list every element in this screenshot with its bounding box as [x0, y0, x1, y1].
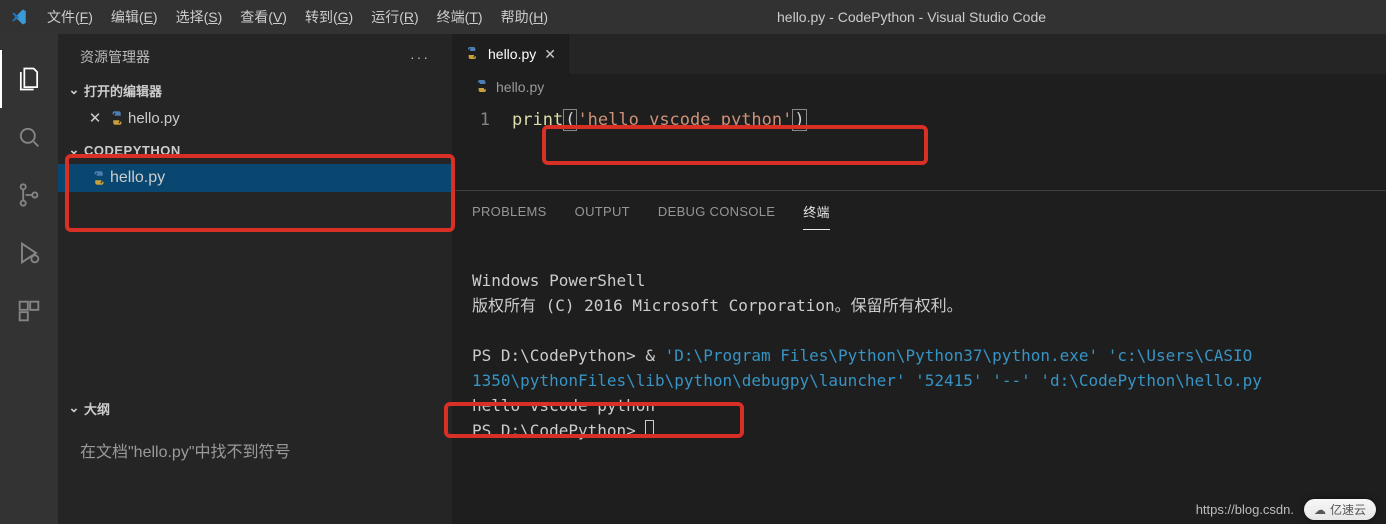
watermark: https://blog.csdn. ☁ 亿速云 [1196, 499, 1376, 520]
activity-search[interactable] [0, 108, 58, 166]
menu-edit[interactable]: 编辑(E) [102, 0, 167, 34]
file-name: hello.py [110, 169, 165, 187]
open-editors-section[interactable]: ⌄ 打开的编辑器 [58, 76, 452, 104]
outline-label: 大纲 [84, 399, 110, 418]
breadcrumb[interactable]: hello.py [452, 74, 1386, 100]
line-number: 1 [452, 108, 512, 190]
sidebar-more-icon[interactable]: ··· [410, 49, 430, 65]
vscode-logo-icon [0, 8, 38, 26]
terminal[interactable]: Windows PowerShell 版权所有 (C) 2016 Microso… [452, 231, 1386, 480]
workspace-section[interactable]: ⌄ CODEPYTHON [58, 136, 452, 164]
outline-empty-message: 在文档"hello.py"中找不到符号 [58, 422, 452, 478]
close-icon[interactable]: ✕ [84, 109, 106, 127]
menu-terminal[interactable]: 终端(T) [428, 0, 492, 34]
menu-go[interactable]: 转到(G) [296, 0, 362, 34]
activity-source-control[interactable] [0, 166, 58, 224]
python-file-icon [106, 109, 128, 127]
tab-label: hello.py [488, 46, 536, 62]
watermark-url: https://blog.csdn. [1196, 502, 1294, 517]
title-bar: 文件(F) 编辑(E) 选择(S) 查看(V) 转到(G) 运行(R) 终端(T… [0, 0, 1386, 34]
chevron-down-icon: ⌄ [64, 400, 84, 416]
menu-selection[interactable]: 选择(S) [167, 0, 232, 34]
code-line: print('hello vscode python') [512, 108, 807, 190]
outline-section[interactable]: ⌄ 大纲 [58, 394, 452, 422]
activity-bar [0, 34, 58, 524]
editor-group: hello.py ✕ hello.py 1 print('hello vscod… [452, 34, 1386, 524]
python-file-icon [464, 45, 480, 64]
activity-extensions[interactable] [0, 282, 58, 340]
code-editor[interactable]: 1 print('hello vscode python') [452, 100, 1386, 190]
open-editors-label: 打开的编辑器 [84, 81, 162, 100]
term-prompt: PS D:\CodePython> [472, 346, 645, 365]
panel-tab-problems[interactable]: PROBLEMS [472, 204, 547, 219]
term-output-line: hello vscode python [472, 396, 655, 415]
breadcrumb-file: hello.py [496, 79, 544, 95]
chevron-down-icon: ⌄ [64, 142, 84, 158]
menu-run[interactable]: 运行(R) [362, 0, 427, 34]
tabs-bar: hello.py ✕ [452, 34, 1386, 74]
watermark-badge: ☁ 亿速云 [1304, 499, 1376, 520]
terminal-cursor [645, 420, 654, 438]
menu-help[interactable]: 帮助(H) [492, 0, 557, 34]
term-prompt: PS D:\CodePython> [472, 421, 645, 440]
python-file-icon [88, 169, 110, 187]
menu-bar: 文件(F) 编辑(E) 选择(S) 查看(V) 转到(G) 运行(R) 终端(T… [38, 0, 557, 34]
cloud-icon: ☁ [1314, 503, 1326, 517]
menu-file[interactable]: 文件(F) [38, 0, 102, 34]
panel-tab-terminal[interactable]: 终端 [803, 202, 830, 221]
activity-run-debug[interactable] [0, 224, 58, 282]
python-file-icon [474, 78, 490, 97]
editor-tab[interactable]: hello.py ✕ [452, 34, 569, 74]
sidebar-title: 资源管理器 [80, 47, 150, 67]
window-title: hello.py - CodePython - Visual Studio Co… [557, 9, 1266, 25]
panel-tab-debug-console[interactable]: DEBUG CONSOLE [658, 204, 775, 219]
term-line: 版权所有 (C) 2016 Microsoft Corporation。保留所有… [472, 296, 963, 315]
open-editor-item[interactable]: ✕ hello.py [58, 104, 452, 132]
sidebar: 资源管理器 ··· ⌄ 打开的编辑器 ✕ hello.py ⌄ CODEPYTH… [58, 34, 452, 524]
open-editor-filename: hello.py [128, 110, 180, 127]
panel-tabs: PROBLEMS OUTPUT DEBUG CONSOLE 终端 [452, 191, 1386, 231]
close-icon[interactable]: ✕ [544, 46, 556, 63]
workspace-label: CODEPYTHON [84, 143, 181, 158]
panel: PROBLEMS OUTPUT DEBUG CONSOLE 终端 Windows… [452, 190, 1386, 480]
menu-view[interactable]: 查看(V) [231, 0, 296, 34]
chevron-down-icon: ⌄ [64, 82, 84, 98]
file-tree-item[interactable]: hello.py [58, 164, 452, 192]
panel-tab-output[interactable]: OUTPUT [575, 204, 630, 219]
activity-explorer[interactable] [0, 50, 58, 108]
term-line: Windows PowerShell [472, 271, 645, 290]
